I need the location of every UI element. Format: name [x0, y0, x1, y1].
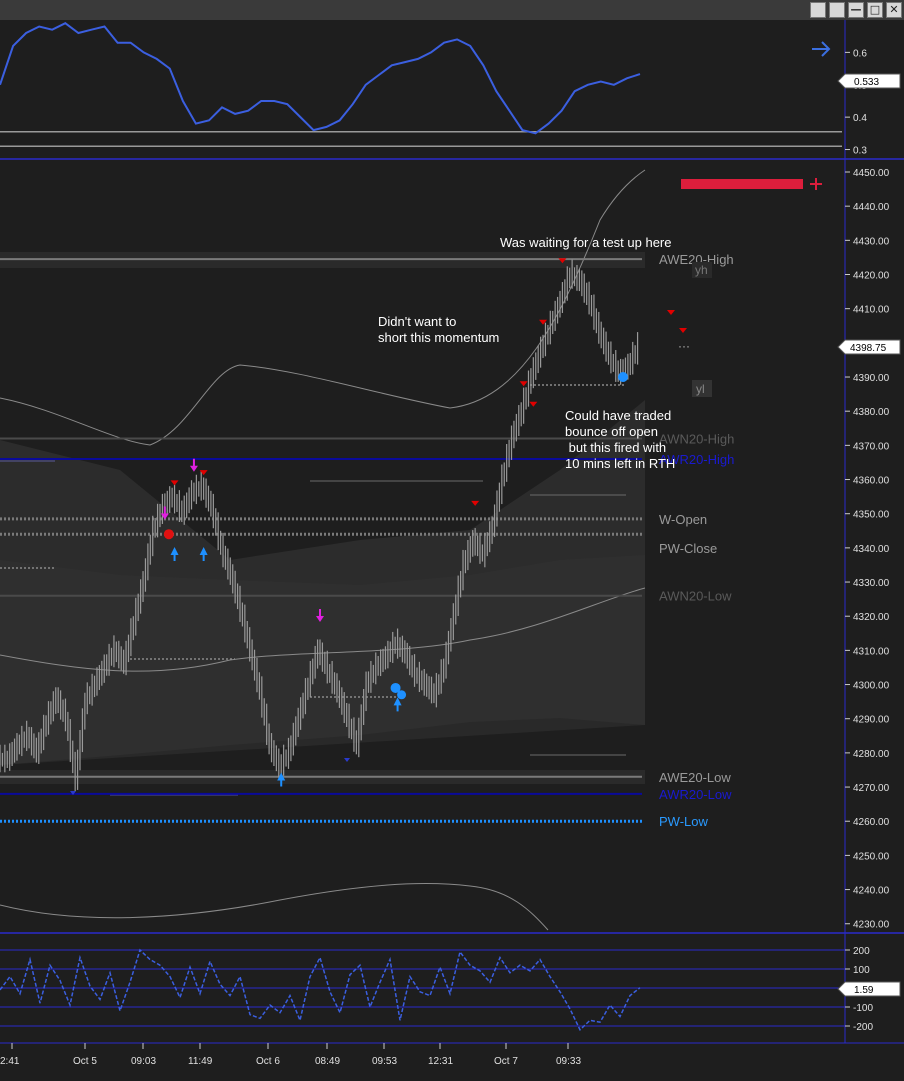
price-axis-tick-label: 4360.00 — [853, 476, 890, 487]
annotation-bounce-line4: 10 mins left in RTH — [565, 456, 675, 471]
price-axis-tick-label: 4420.00 — [853, 271, 890, 282]
window-title-bar: — □ ✕ — [0, 0, 904, 20]
time-axis-tick-label: 2:41 — [0, 1056, 20, 1067]
level-label-awr20-low: AWR20-Low — [659, 787, 732, 802]
price-axis-tick-label: 4390.00 — [853, 373, 890, 384]
osc-current-value-tag: 1.59 — [837, 981, 901, 997]
close-button[interactable]: ✕ — [886, 2, 902, 18]
price-axis-tick-label: 4230.00 — [853, 920, 890, 931]
price-axis-tick-label: 4240.00 — [853, 886, 890, 897]
level-label-w-open: W-Open — [659, 512, 707, 527]
time-axis-tick-label: 11:49 — [188, 1056, 213, 1067]
level-label-awn20-high: AWN20-High — [659, 432, 734, 447]
time-axis-tick-label: Oct 5 — [73, 1056, 97, 1067]
osc-axis-tick-label: -200 — [853, 1022, 873, 1033]
annotation-test-up: Was waiting for a test up here — [500, 235, 672, 250]
yl-label: yl — [696, 382, 705, 396]
top-axis-tick-label: 0.4 — [853, 113, 867, 124]
price-axis-tick-label: 4440.00 — [853, 202, 890, 213]
price-axis-tick-label: 4250.00 — [853, 851, 890, 862]
osc-current-value: 1.59 — [854, 985, 874, 996]
top-indicator-panel — [0, 20, 845, 158]
level-label-awe20-low: AWE20-Low — [659, 770, 731, 785]
level-label-pw-low: PW-Low — [659, 814, 708, 829]
osc-axis-tick-label: -100 — [853, 1003, 873, 1014]
top-current-value-tag: 0.533 — [837, 73, 901, 89]
price-axis-tick-label: 4410.00 — [853, 305, 890, 316]
price-axis-tick-label: 4330.00 — [853, 578, 890, 589]
price-axis-tick-label: 4340.00 — [853, 544, 890, 555]
time-axis-tick-label: 09:33 — [556, 1056, 581, 1067]
price-axis-tick-label: 4380.00 — [853, 407, 890, 418]
annotation-bounce-line3: but this fired with — [565, 440, 666, 455]
time-axis-tick-label: Oct 6 — [256, 1056, 280, 1067]
price-axis-tick-label: 4300.00 — [853, 681, 890, 692]
minimize-button[interactable]: — — [848, 2, 864, 18]
price-axis-tick-label: 4270.00 — [853, 783, 890, 794]
time-axis-tick-label: 09:03 — [131, 1056, 156, 1067]
osc-axis-tick-label: 200 — [853, 946, 870, 957]
time-axis-tick-label: 08:49 — [315, 1056, 340, 1067]
top-axis-tick-label: 0.6 — [853, 48, 867, 59]
price-axis-tick-label: 4320.00 — [853, 612, 890, 623]
price-axis-tick-label: 4450.00 — [853, 168, 890, 179]
time-axis: 2:41 Oct 5 09:03 11:49 Oct 6 08:49 09:53 12:31 O… — [0, 1043, 581, 1067]
price-axis-tick-label: 4370.00 — [853, 441, 890, 452]
price-axis-tick-label: 4430.00 — [853, 236, 890, 247]
maximize-button[interactable]: □ — [867, 2, 883, 18]
price-current-value: 4398.75 — [850, 343, 887, 354]
annotation-bounce-line2: bounce off open — [565, 424, 658, 439]
price-axis-tick-label: 4280.00 — [853, 749, 890, 760]
gear-button-b[interactable] — [829, 2, 845, 18]
time-axis-tick-label: 09:53 — [372, 1056, 397, 1067]
time-axis-tick-label: 12:31 — [428, 1056, 453, 1067]
osc-axis-tick-label: 100 — [853, 965, 870, 976]
price-axis-tick-label: 4260.00 — [853, 817, 890, 828]
price-axis-tick-label: 4290.00 — [853, 715, 890, 726]
top-current-value: 0.533 — [854, 77, 879, 88]
annotation-momentum-line1: Didn't want to — [378, 314, 456, 329]
price-axis-tick-label: 4310.00 — [853, 646, 890, 657]
chart-area[interactable]: AWE20-HighAWN20-HighAWR20-HighW-OpenPW-C… — [0, 20, 904, 1081]
gear-button-a[interactable] — [810, 2, 826, 18]
ellipsis-icon: ··· — [678, 339, 690, 353]
position-bar — [681, 179, 803, 189]
price-current-value-tag: 4398.75 — [837, 339, 901, 355]
yh-label: yh — [695, 263, 708, 277]
price-axis: 4450.004440.004430.004420.004410.004400.… — [845, 168, 890, 931]
price-axis-tick-label: 4350.00 — [853, 510, 890, 521]
annotation-bounce-line1: Could have traded — [565, 408, 671, 423]
red-dot-marker — [163, 529, 174, 540]
annotation-momentum-line2: short this momentum — [378, 330, 499, 345]
level-label-awn20-low: AWN20-Low — [659, 589, 732, 604]
time-axis-tick-label: Oct 7 — [494, 1056, 518, 1067]
level-label-pw-close: PW-Close — [659, 541, 717, 556]
top-axis-tick-label: 0.3 — [853, 146, 867, 157]
blue-dot-marker — [397, 690, 407, 700]
top-indicator-axis: 0.60.50.40.3 — [845, 48, 867, 157]
blue-dot-marker — [618, 372, 628, 383]
